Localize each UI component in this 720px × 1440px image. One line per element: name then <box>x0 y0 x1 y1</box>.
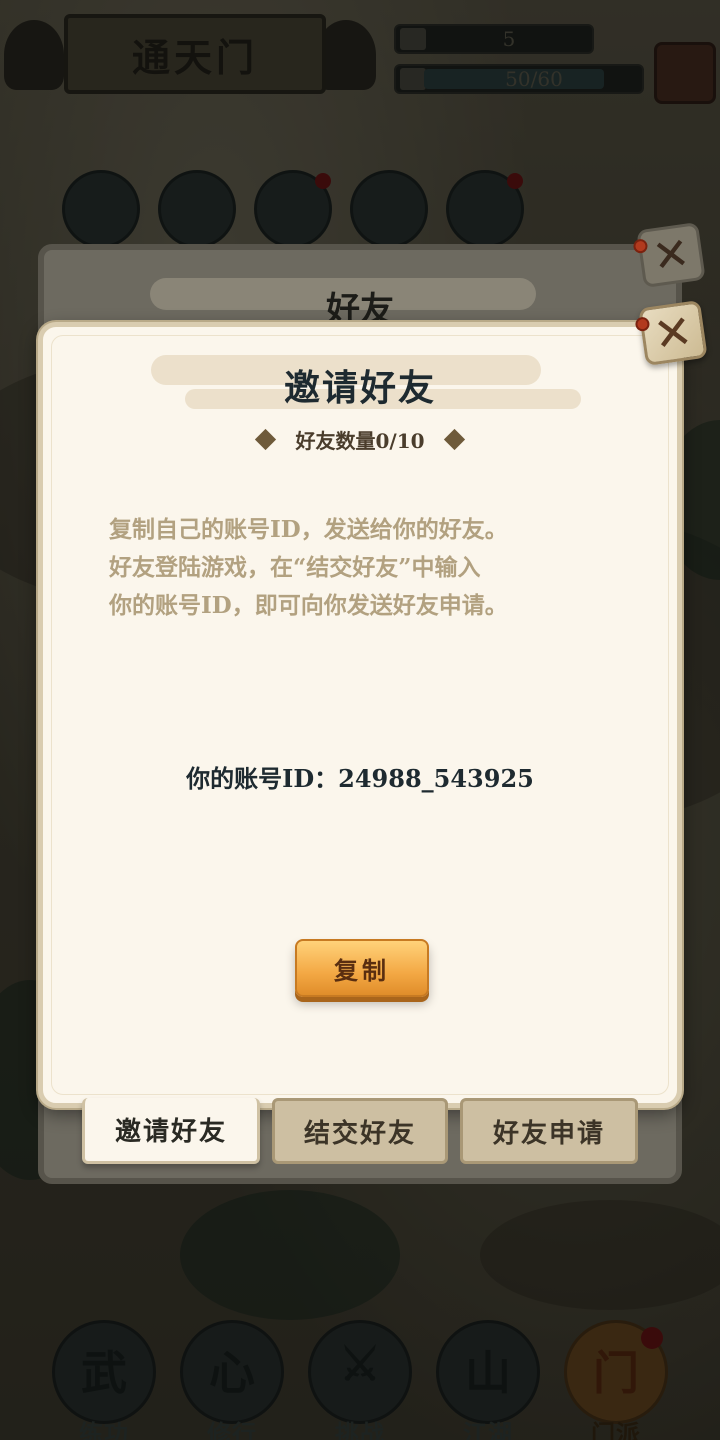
account-id: 你的账号ID：24988_543925 <box>186 764 534 793</box>
tab-invite-friends[interactable]: 邀请好友 <box>82 1098 260 1164</box>
dialog-close-button[interactable]: ✕ <box>634 299 708 367</box>
diamond-icon <box>255 428 277 451</box>
friends-close-button[interactable]: ✕ <box>632 221 706 289</box>
instruction-line: 复制自己的账号ID，发送给你的好友。 <box>109 516 508 543</box>
instruction-line: 好友登陆游戏，在“结交好友”中输入 <box>109 554 481 581</box>
invite-instructions: 复制自己的账号ID，发送给你的好友。 好友登陆游戏，在“结交好友”中输入 你的账… <box>109 511 629 625</box>
invite-friend-dialog: 邀请好友 好友数量0/10 复制自己的账号ID，发送给你的好友。 好友登陆游戏，… <box>38 322 682 1108</box>
close-icon: ✕ <box>649 227 693 283</box>
friend-count-row: 好友数量0/10 <box>43 425 677 454</box>
diamond-icon <box>443 428 465 451</box>
tab-friend-requests[interactable]: 好友申请 <box>460 1098 638 1164</box>
tab-make-friends[interactable]: 结交好友 <box>272 1098 448 1164</box>
close-icon: ✕ <box>650 303 696 363</box>
instruction-line: 你的账号ID，即可向你发送好友申请。 <box>109 592 508 619</box>
friend-count: 好友数量0/10 <box>295 429 425 453</box>
dialog-title: 邀请好友 <box>283 367 436 409</box>
copy-button[interactable]: 复制 <box>295 939 429 997</box>
